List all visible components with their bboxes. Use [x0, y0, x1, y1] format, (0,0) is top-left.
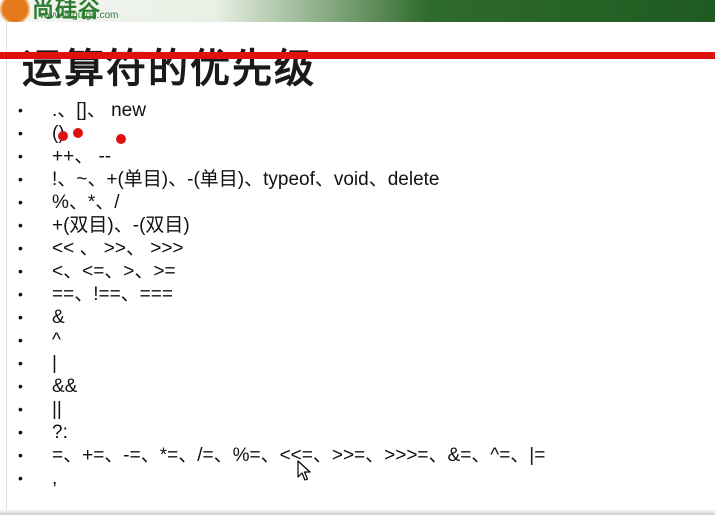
- bullet-icon: •: [18, 194, 23, 210]
- bullet-icon: •: [18, 102, 23, 118]
- list-item-text: .、[]、 new: [52, 100, 146, 121]
- bullet-icon: •: [18, 171, 23, 187]
- annotation-dot: [116, 134, 126, 144]
- list-item-text: !、~、+(单目)、-(单目)、typeof、void、delete: [52, 169, 440, 190]
- list-item-text: &&: [52, 376, 78, 397]
- atguigu-logo-icon: [0, 0, 30, 24]
- list-item-text: +(双目)、-(双目): [52, 215, 190, 236]
- list-item-text: << 、 >>、 >>>: [52, 238, 184, 259]
- bullet-icon: •: [18, 125, 23, 141]
- list-item-text: ||: [52, 399, 62, 420]
- annotation-dot: [58, 131, 68, 141]
- bullet-icon: •: [18, 447, 23, 463]
- mouse-cursor-icon: [297, 460, 311, 481]
- bullet-icon: •: [18, 332, 23, 348]
- bottom-edge: [0, 509, 715, 515]
- list-item-text: ++、 --: [52, 146, 112, 167]
- annotation-dot: [73, 128, 83, 138]
- list-item-text: ==、!==、===: [52, 284, 173, 305]
- bullet-icon: •: [18, 240, 23, 256]
- bullet-icon: •: [18, 470, 23, 486]
- bullet-icon: •: [18, 263, 23, 279]
- logo-url: www.atguigu.com: [40, 10, 119, 21]
- list-item-text: %、*、/: [52, 192, 120, 213]
- list-item-text: &: [52, 307, 65, 328]
- bullet-icon: •: [18, 424, 23, 440]
- list-item-text: ,: [52, 468, 58, 489]
- bullet-icon: •: [18, 286, 23, 302]
- header-banner: 尚硅谷 www.atguigu.com: [0, 0, 715, 24]
- title-underline: [0, 52, 715, 59]
- bullet-icon: •: [18, 401, 23, 417]
- bullet-icon: •: [18, 148, 23, 164]
- bullet-icon: •: [18, 378, 23, 394]
- bullet-icon: •: [18, 309, 23, 325]
- list-item-text: <、<=、>、>=: [52, 261, 176, 282]
- list-item-text: |: [52, 353, 57, 374]
- bullet-icon: •: [18, 217, 23, 233]
- slide-title: 运算符的优先级: [22, 46, 316, 92]
- list-item-text: ^: [52, 330, 61, 351]
- list-item-text: ?:: [52, 422, 68, 443]
- bullet-icon: •: [18, 355, 23, 371]
